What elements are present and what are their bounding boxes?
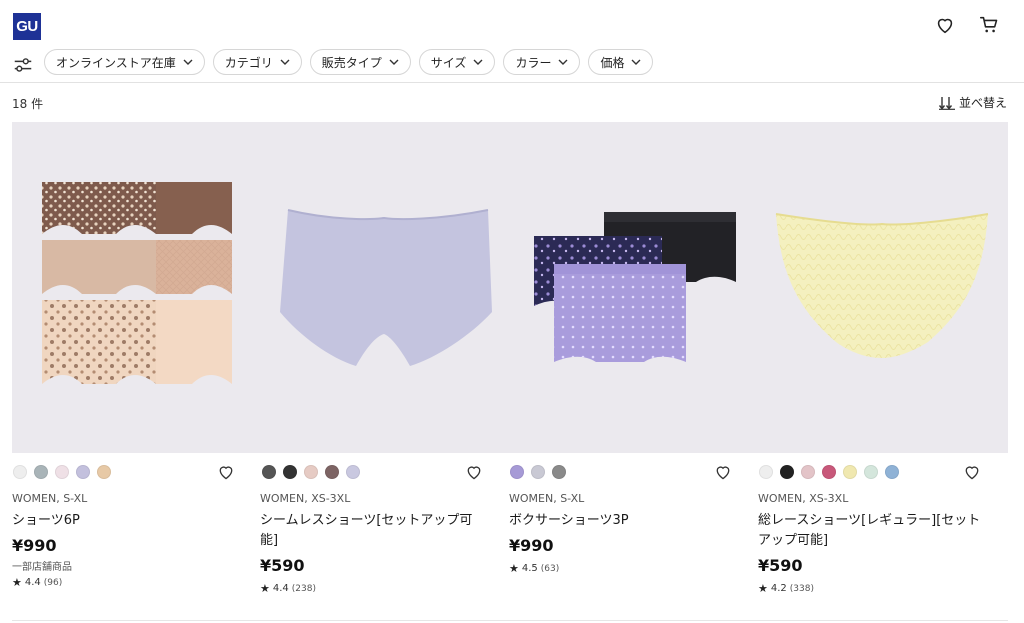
- chip-label: 価格: [600, 55, 625, 70]
- color-swatches: [510, 465, 566, 479]
- product-image-shorts-6p[interactable]: [12, 122, 260, 453]
- product-image-boxer-shorts-3p[interactable]: [508, 122, 756, 453]
- chevron-down-icon: [389, 59, 399, 65]
- color-swatch[interactable]: [864, 465, 878, 479]
- product-name[interactable]: 総レースショーツ[レギュラー][セットアップ可能]: [758, 511, 986, 551]
- star-icon: ★: [260, 582, 270, 595]
- product-meta: WOMEN, XS-3XL: [260, 492, 351, 505]
- product-price: ¥590: [260, 556, 305, 575]
- chip-label: サイズ: [430, 55, 467, 70]
- color-swatch[interactable]: [13, 465, 27, 479]
- star-icon: ★: [509, 562, 519, 575]
- sort-icon: [938, 96, 955, 110]
- color-swatch[interactable]: [885, 465, 899, 479]
- chip-label: オンラインストア在庫: [56, 55, 176, 70]
- star-icon: ★: [758, 582, 768, 595]
- chevron-down-icon: [473, 59, 483, 65]
- color-swatch[interactable]: [325, 465, 339, 479]
- product-rating: ★ 4.4 (96): [12, 576, 62, 589]
- filter-chips: オンラインストア在庫 カテゴリ 販売タイプ サイズ カラー 価格: [44, 49, 654, 75]
- filter-chip-price[interactable]: 価格: [588, 49, 654, 75]
- color-swatches: [13, 465, 111, 479]
- color-swatch[interactable]: [262, 465, 276, 479]
- sort-label: 並べ替え: [958, 96, 1007, 110]
- filter-chip-sales-type[interactable]: 販売タイプ: [309, 49, 411, 75]
- product-price: ¥990: [12, 536, 57, 555]
- color-swatch[interactable]: [552, 465, 566, 479]
- product-meta: WOMEN, S-XL: [509, 492, 585, 505]
- chip-label: カラー: [515, 55, 552, 70]
- color-swatch[interactable]: [759, 465, 773, 479]
- color-swatch[interactable]: [55, 465, 69, 479]
- filter-sliders-icon[interactable]: [12, 54, 34, 76]
- header-divider: [0, 82, 1024, 83]
- rating-value: 4.5: [521, 563, 538, 574]
- store-only-note: 一部店舗商品: [12, 562, 72, 573]
- star-icon: ★: [12, 576, 22, 589]
- color-swatches: [262, 465, 360, 479]
- product-rating: ★ 4.5 (63): [509, 562, 559, 575]
- cart-icon[interactable]: [978, 14, 1000, 36]
- product-price: ¥590: [758, 556, 803, 575]
- favorite-heart-icon[interactable]: [713, 463, 733, 481]
- chevron-down-icon: [183, 59, 193, 65]
- product-name[interactable]: シームレスショーツ[セットアップ可能]: [260, 511, 488, 551]
- color-swatch[interactable]: [531, 465, 545, 479]
- review-count: (96): [43, 577, 63, 588]
- rating-value: 4.4: [272, 583, 289, 594]
- color-swatch[interactable]: [801, 465, 815, 479]
- chevron-down-icon: [631, 59, 641, 65]
- color-swatch[interactable]: [304, 465, 318, 479]
- product-name[interactable]: ショーツ6P: [12, 511, 240, 531]
- product-image-seamless-shorts[interactable]: [260, 122, 508, 453]
- filter-bar: オンラインストア在庫 カテゴリ 販売タイプ サイズ カラー 価格: [0, 48, 1024, 82]
- review-count: (238): [291, 583, 316, 594]
- product-meta: WOMEN, S-XL: [12, 492, 88, 505]
- chevron-down-icon: [558, 59, 568, 65]
- color-swatch[interactable]: [97, 465, 111, 479]
- heart-icon[interactable]: [934, 14, 956, 36]
- filter-chip-online-stock[interactable]: オンラインストア在庫: [44, 49, 205, 75]
- color-swatch[interactable]: [76, 465, 90, 479]
- favorite-heart-icon[interactable]: [962, 463, 982, 481]
- color-swatch[interactable]: [822, 465, 836, 479]
- review-count: (63): [540, 563, 560, 574]
- color-swatch[interactable]: [34, 465, 48, 479]
- chip-label: カテゴリ: [224, 55, 273, 70]
- product-image-panel: [12, 122, 1008, 453]
- filter-chip-size[interactable]: サイズ: [418, 49, 496, 75]
- gu-logo[interactable]: GU: [13, 13, 41, 40]
- rating-value: 4.2: [770, 583, 787, 594]
- favorite-heart-icon[interactable]: [216, 463, 236, 481]
- section-divider: [12, 620, 1008, 621]
- rating-value: 4.4: [24, 577, 41, 588]
- product-price: ¥990: [509, 536, 554, 555]
- sort-button[interactable]: 並べ替え: [938, 94, 1007, 111]
- product-image-lace-shorts[interactable]: [756, 122, 1008, 453]
- filter-chip-category[interactable]: カテゴリ: [212, 49, 302, 75]
- site-header: GU: [0, 0, 1024, 44]
- color-swatches: [759, 465, 899, 479]
- chevron-down-icon: [280, 59, 290, 65]
- color-swatch[interactable]: [510, 465, 524, 479]
- chip-label: 販売タイプ: [321, 55, 382, 70]
- favorite-heart-icon[interactable]: [464, 463, 484, 481]
- color-swatch[interactable]: [283, 465, 297, 479]
- product-rating: ★ 4.4 (238): [260, 582, 316, 595]
- color-swatch[interactable]: [346, 465, 360, 479]
- product-rating: ★ 4.2 (338): [758, 582, 814, 595]
- color-swatch[interactable]: [843, 465, 857, 479]
- result-count: 18 件: [12, 97, 44, 111]
- review-count: (338): [789, 583, 814, 594]
- product-name[interactable]: ボクサーショーツ3P: [509, 511, 737, 531]
- color-swatch[interactable]: [780, 465, 794, 479]
- filter-chip-color[interactable]: カラー: [503, 49, 581, 75]
- product-meta: WOMEN, XS-3XL: [758, 492, 849, 505]
